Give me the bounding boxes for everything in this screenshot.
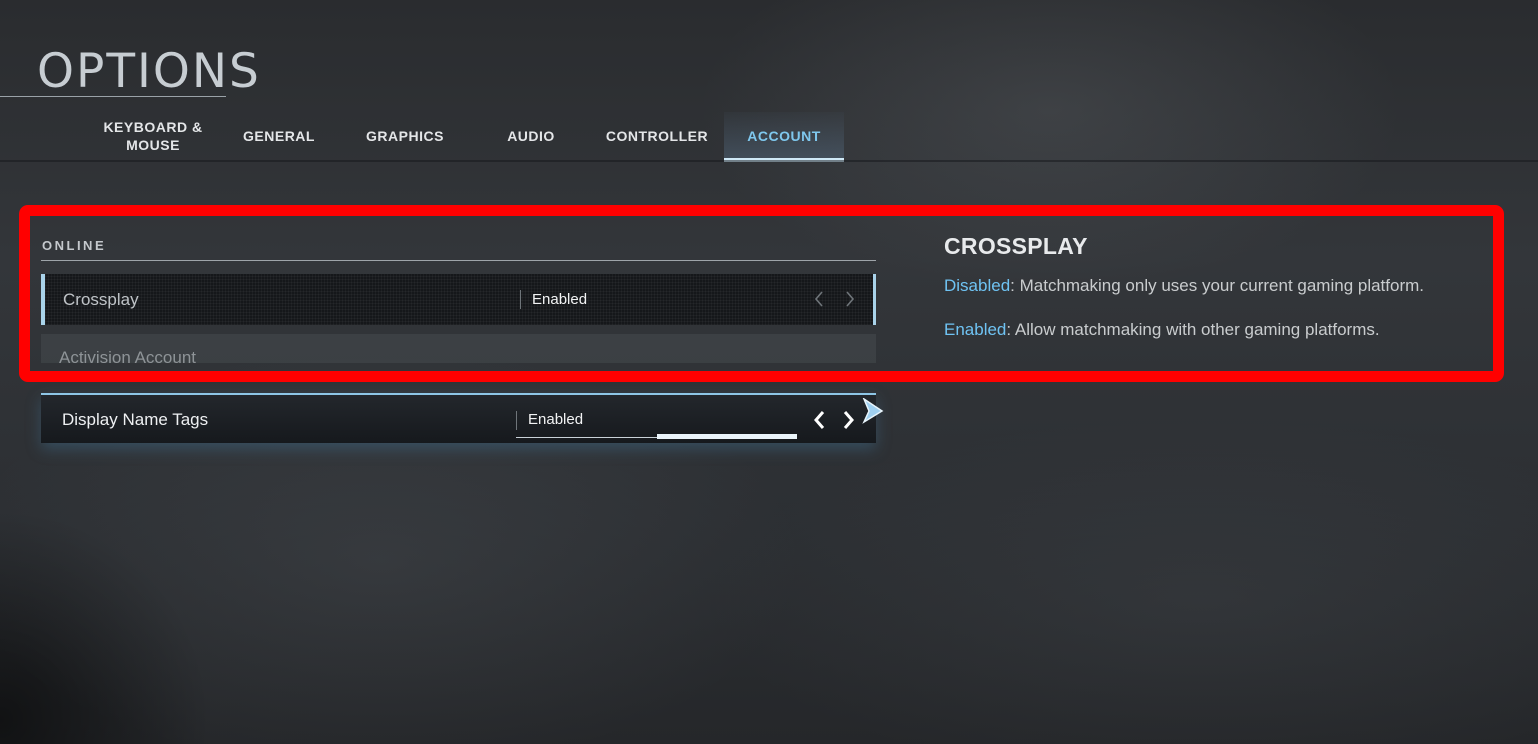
mouse-cursor-icon <box>862 397 884 429</box>
value-slider-bar <box>657 434 797 439</box>
row-divider <box>520 290 521 309</box>
description-text: : Matchmaking only uses your current gam… <box>1010 276 1424 295</box>
chevron-right-icon[interactable] <box>840 286 860 312</box>
section-divider <box>41 260 876 261</box>
description-text: : Allow matchmaking with other gaming pl… <box>1006 320 1380 339</box>
description-keyword: Enabled <box>944 320 1007 339</box>
description-line-enabled: Enabled: Allow matchmaking with other ga… <box>944 320 1380 340</box>
tab-bar-divider <box>0 160 1538 162</box>
setting-label: Activision Account <box>59 348 197 367</box>
page-title: OPTIONS <box>37 44 261 99</box>
tab-audio[interactable]: AUDIO <box>468 112 594 160</box>
tab-general[interactable]: GENERAL <box>216 112 342 160</box>
chevron-right-icon[interactable] <box>839 407 859 433</box>
tab-bar: KEYBOARD & MOUSE GENERAL GRAPHICS AUDIO … <box>90 112 844 162</box>
tab-label: AUDIO <box>507 128 555 144</box>
tab-graphics[interactable]: GRAPHICS <box>342 112 468 160</box>
tab-label: CONTROLLER <box>605 128 709 144</box>
description-line-disabled: Disabled: Matchmaking only uses your cur… <box>944 276 1424 296</box>
description-keyword: Disabled <box>944 276 1011 295</box>
setting-row-crossplay[interactable]: Crossplay Enabled <box>41 274 876 325</box>
row-divider <box>516 411 517 430</box>
setting-row-activision-account[interactable]: Activision Account <box>41 334 876 367</box>
tab-keyboard-mouse[interactable]: KEYBOARD & MOUSE <box>90 112 216 160</box>
chevron-left-icon[interactable] <box>809 407 829 433</box>
description-title: CROSSPLAY <box>944 233 1088 259</box>
section-header-online: ONLINE <box>42 238 107 253</box>
setting-row-display-name-tags[interactable]: Display Name Tags Enabled <box>41 393 876 443</box>
setting-label: Crossplay <box>63 290 139 309</box>
setting-value: Enabled <box>532 291 588 308</box>
title-underline <box>0 96 226 97</box>
tab-account[interactable]: ACCOUNT <box>724 112 844 162</box>
tab-label: KEYBOARD & MOUSE <box>103 119 203 153</box>
setting-label: Display Name Tags <box>62 410 209 429</box>
tab-label: ACCOUNT <box>747 128 821 144</box>
tab-controller[interactable]: CONTROLLER <box>594 112 720 160</box>
tab-label: GENERAL <box>243 128 315 144</box>
chevron-left-icon[interactable] <box>809 286 829 312</box>
tab-label: GRAPHICS <box>366 128 444 144</box>
